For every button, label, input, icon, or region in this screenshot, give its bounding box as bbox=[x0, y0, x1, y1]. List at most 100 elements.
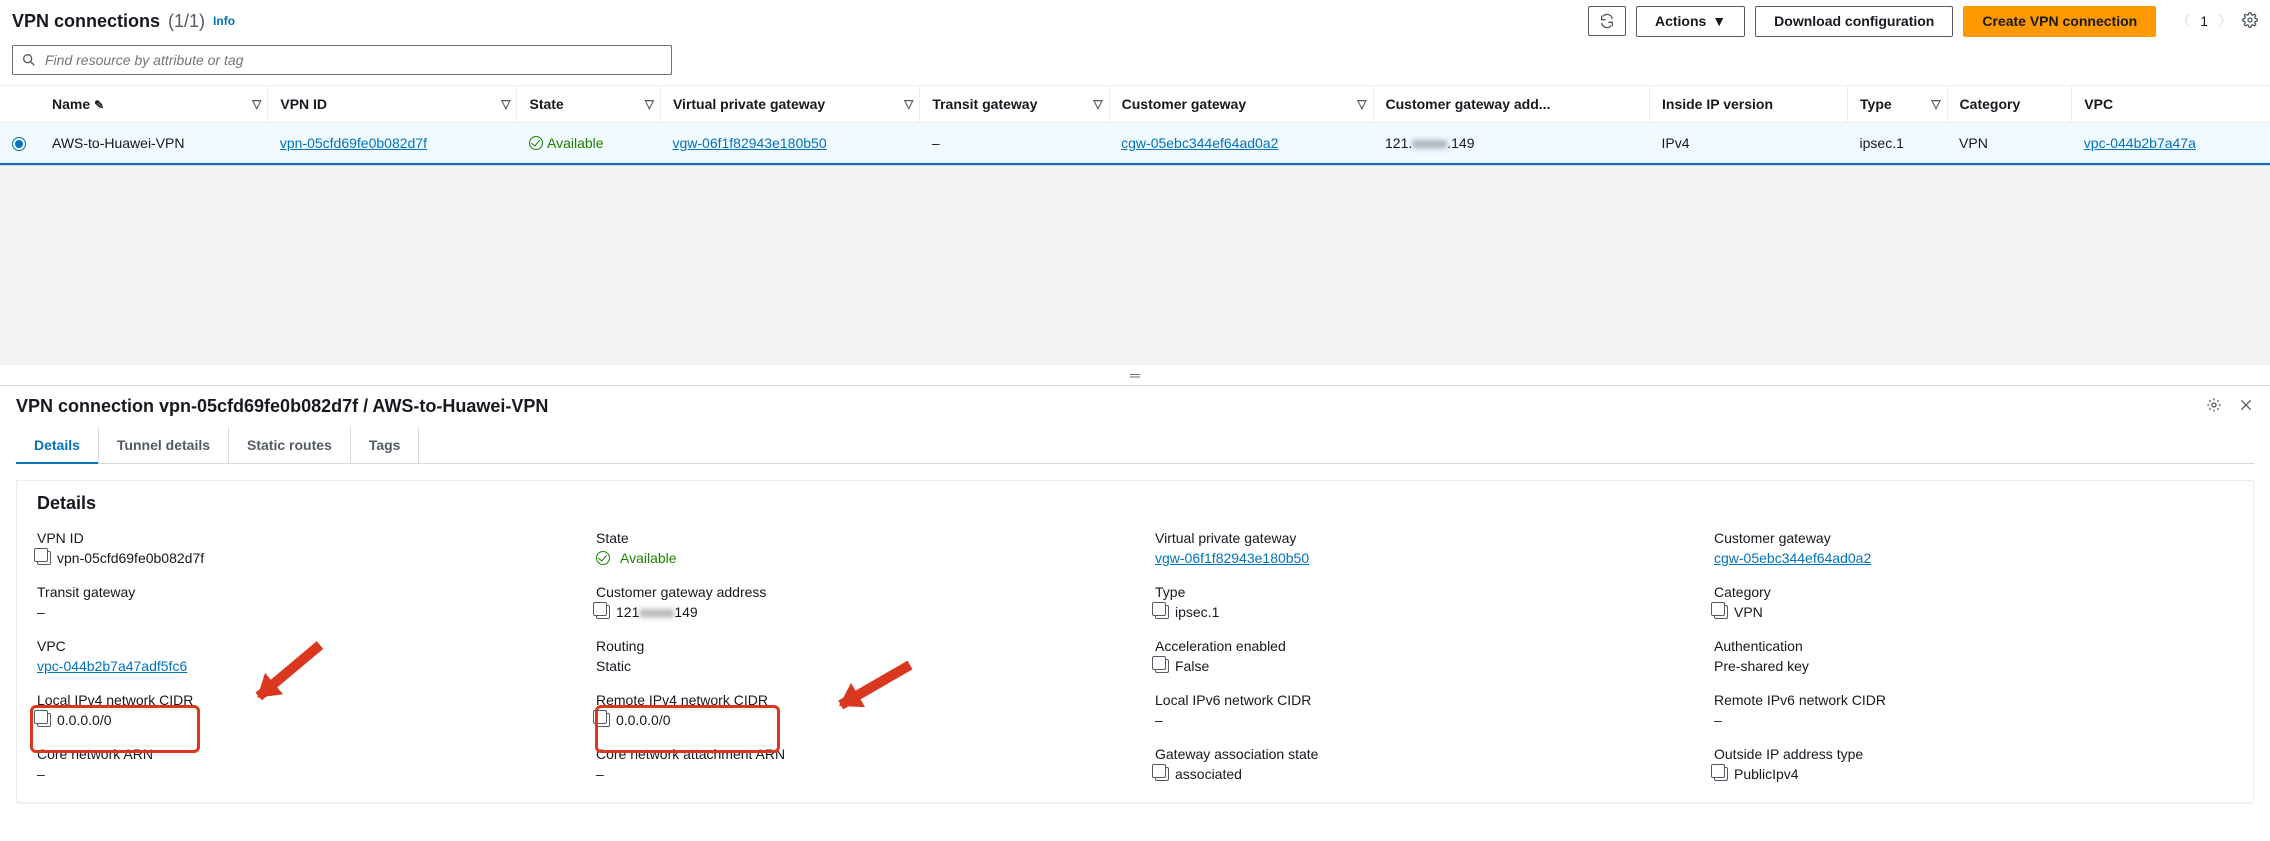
detail-panel: VPN connection vpn-05cfd69fe0b082d7f / A… bbox=[0, 385, 2270, 803]
cell-vpnid-link[interactable]: vpn-05cfd69fe0b082d7f bbox=[280, 135, 427, 151]
col-vgw[interactable]: Virtual private gateway▽ bbox=[660, 85, 919, 122]
cell-vgw-link[interactable]: vgw-06f1f82943e180b50 bbox=[672, 135, 826, 151]
col-state[interactable]: State▽ bbox=[517, 85, 660, 122]
value-auth: Pre-shared key bbox=[1714, 658, 2233, 674]
label-core-att-arn: Core network attachment ARN bbox=[596, 746, 1115, 762]
download-config-button[interactable]: Download configuration bbox=[1755, 6, 1953, 37]
search-input[interactable] bbox=[45, 52, 663, 68]
label-local-v4-cidr: Local IPv4 network CIDR bbox=[37, 692, 556, 708]
tab-static-routes[interactable]: Static routes bbox=[229, 427, 351, 463]
edit-icon[interactable]: ✎ bbox=[94, 98, 104, 112]
copy-icon[interactable] bbox=[37, 551, 51, 565]
value-remote-v4-cidr: 0.0.0.0/0 bbox=[616, 712, 671, 728]
label-tgw: Transit gateway bbox=[37, 584, 556, 600]
value-core-arn: – bbox=[37, 766, 556, 782]
value-category: VPN bbox=[1734, 604, 1763, 620]
value-tgw: – bbox=[37, 604, 556, 620]
col-vpc[interactable]: VPC bbox=[2072, 85, 2270, 122]
label-category: Category bbox=[1714, 584, 2233, 600]
label-vpc: VPC bbox=[37, 638, 556, 654]
tab-tunnel-details[interactable]: Tunnel details bbox=[99, 427, 229, 463]
tab-tags[interactable]: Tags bbox=[351, 427, 420, 463]
cell-tgw: – bbox=[920, 122, 1109, 164]
split-drag-handle[interactable]: ═ bbox=[0, 365, 2270, 385]
create-vpn-button[interactable]: Create VPN connection bbox=[1963, 6, 2156, 37]
label-remote-v6: Remote IPv6 network CIDR bbox=[1714, 692, 2233, 708]
info-link[interactable]: Info bbox=[213, 14, 235, 28]
detail-title: VPN connection vpn-05cfd69fe0b082d7f / A… bbox=[16, 396, 548, 417]
tab-details[interactable]: Details bbox=[16, 427, 99, 463]
value-vgw-link[interactable]: vgw-06f1f82943e180b50 bbox=[1155, 550, 1309, 566]
label-type: Type bbox=[1155, 584, 1674, 600]
label-vgw: Virtual private gateway bbox=[1155, 530, 1674, 546]
col-tgw[interactable]: Transit gateway▽ bbox=[920, 85, 1109, 122]
col-type[interactable]: Type▽ bbox=[1848, 85, 1948, 122]
copy-icon[interactable] bbox=[1155, 659, 1169, 673]
actions-label: Actions bbox=[1655, 13, 1706, 30]
value-local-v4-cidr: 0.0.0.0/0 bbox=[57, 712, 112, 728]
col-cgw[interactable]: Customer gateway▽ bbox=[1109, 85, 1373, 122]
refresh-button[interactable] bbox=[1588, 6, 1626, 36]
label-vpn-id: VPN ID bbox=[37, 530, 556, 546]
page-number: 1 bbox=[2200, 13, 2208, 29]
copy-icon[interactable] bbox=[1714, 767, 1728, 781]
cell-type: ipsec.1 bbox=[1848, 122, 1948, 164]
col-cgwaddr[interactable]: Customer gateway add... bbox=[1373, 85, 1650, 122]
vpn-table: Name✎▽ VPN ID▽ State▽ Virtual private ga… bbox=[0, 85, 2270, 165]
sort-icon[interactable]: ▽ bbox=[252, 97, 261, 111]
settings-gear-icon[interactable] bbox=[2242, 12, 2258, 31]
search-icon bbox=[21, 52, 37, 68]
details-col-3: Virtual private gateway vgw-06f1f82943e1… bbox=[1155, 530, 1674, 782]
page-count: (1/1) bbox=[168, 11, 205, 32]
value-cgw-link[interactable]: cgw-05ebc344ef64ad0a2 bbox=[1714, 550, 1871, 566]
value-local-v6: – bbox=[1155, 712, 1674, 728]
details-col-4: Customer gateway cgw-05ebc344ef64ad0a2 C… bbox=[1714, 530, 2233, 782]
value-state: Available bbox=[620, 550, 677, 566]
panel-settings-icon[interactable] bbox=[2206, 397, 2222, 416]
copy-icon[interactable] bbox=[37, 713, 51, 727]
value-routing: Static bbox=[596, 658, 1115, 674]
table-header: Name✎▽ VPN ID▽ State▽ Virtual private ga… bbox=[0, 85, 2270, 122]
value-vpn-id: vpn-05cfd69fe0b082d7f bbox=[57, 550, 204, 566]
label-gw-assoc: Gateway association state bbox=[1155, 746, 1674, 762]
page-header: VPN connections (1/1) Info Actions ▼ Dow… bbox=[0, 0, 2270, 41]
close-icon[interactable] bbox=[2238, 397, 2254, 416]
details-col-2: State Available Customer gateway address… bbox=[596, 530, 1115, 782]
value-out-ip: PublicIpv4 bbox=[1734, 766, 1799, 782]
value-cgw-addr: 121xxxxx149 bbox=[616, 604, 698, 620]
label-local-v6: Local IPv6 network CIDR bbox=[1155, 692, 1674, 708]
label-cgw: Customer gateway bbox=[1714, 530, 2233, 546]
page-prev[interactable]: 〈 bbox=[2176, 11, 2190, 31]
details-card: Details VPN ID vpn-05cfd69fe0b082d7f Tra… bbox=[16, 480, 2254, 803]
col-category[interactable]: Category bbox=[1947, 85, 2072, 122]
cell-ipver: IPv4 bbox=[1650, 122, 1848, 164]
chevron-down-icon: ▼ bbox=[1712, 13, 1726, 30]
radio-selected[interactable] bbox=[12, 137, 26, 151]
value-vpc-link[interactable]: vpc-044b2b7a47adf5fc6 bbox=[37, 658, 187, 674]
available-icon bbox=[529, 136, 543, 150]
value-accel: False bbox=[1175, 658, 1209, 674]
cell-state: Available bbox=[517, 122, 660, 164]
copy-icon[interactable] bbox=[596, 605, 610, 619]
search-bar[interactable] bbox=[12, 45, 672, 75]
copy-icon[interactable] bbox=[1155, 767, 1169, 781]
col-vpnid[interactable]: VPN ID▽ bbox=[268, 85, 517, 122]
copy-icon[interactable] bbox=[1714, 605, 1728, 619]
col-ipver[interactable]: Inside IP version bbox=[1650, 85, 1848, 122]
refresh-icon bbox=[1599, 13, 1615, 29]
details-card-heading: Details bbox=[17, 481, 2253, 518]
actions-button[interactable]: Actions ▼ bbox=[1636, 6, 1745, 37]
page-next[interactable]: 〉 bbox=[2218, 11, 2232, 31]
cell-vpc-link[interactable]: vpc-044b2b7a47a bbox=[2084, 135, 2196, 151]
copy-icon[interactable] bbox=[1155, 605, 1169, 619]
col-name[interactable]: Name✎▽ bbox=[40, 85, 268, 122]
label-state: State bbox=[596, 530, 1115, 546]
label-cgw-addr: Customer gateway address bbox=[596, 584, 1115, 600]
copy-icon[interactable] bbox=[596, 713, 610, 727]
details-col-1: VPN ID vpn-05cfd69fe0b082d7f Transit gat… bbox=[37, 530, 556, 782]
label-auth: Authentication bbox=[1714, 638, 2233, 654]
table-row[interactable]: AWS-to-Huawei-VPN vpn-05cfd69fe0b082d7f … bbox=[0, 122, 2270, 164]
label-out-ip: Outside IP address type bbox=[1714, 746, 2233, 762]
value-type: ipsec.1 bbox=[1175, 604, 1219, 620]
cell-cgw-link[interactable]: cgw-05ebc344ef64ad0a2 bbox=[1121, 135, 1278, 151]
